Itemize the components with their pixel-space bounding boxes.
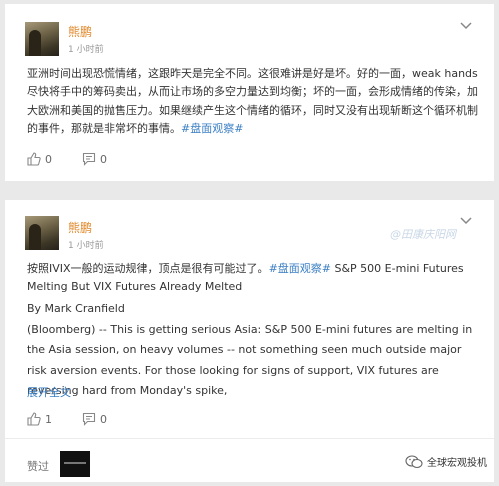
post-article: (Bloomberg) -- This is getting serious A… (27, 323, 473, 397)
post-body: 按照IVIX一般的运动规律，顶点是很有可能过了。 (27, 262, 269, 275)
expand-full-text-link[interactable]: 展开全文 (27, 384, 71, 400)
comment-count: 0 (100, 412, 107, 426)
comment-button[interactable]: 0 (82, 152, 107, 166)
author-name[interactable]: 熊鹏 (68, 23, 92, 40)
post-card: 熊鹏 1 小时前 按照IVIX一般的运动规律，顶点是很有可能过了。#盘面观察# … (5, 200, 494, 482)
post-card: 熊鹏 1 小时前 亚洲时间出现恐慌情绪，这跟昨天是完全不同。这很难讲是好是坏。好… (5, 4, 494, 181)
sponsor-label: 赞过 (27, 460, 49, 473)
post-text: 亚洲时间出现恐慌情绪，这跟昨天是完全不同。这很难讲是好是坏。好的一面，weak … (27, 65, 482, 138)
like-button[interactable]: 1 (27, 412, 52, 426)
divider (5, 438, 494, 439)
wechat-icon (405, 454, 423, 468)
like-button[interactable]: 0 (27, 152, 52, 166)
post-time: 1 小时前 (68, 45, 104, 55)
avatar[interactable] (25, 22, 59, 56)
sponsor-logo[interactable] (60, 451, 90, 477)
chevron-down-icon[interactable] (458, 19, 474, 31)
post-actions: 1 0 (27, 412, 137, 426)
comment-count: 0 (100, 152, 107, 166)
like-count: 1 (45, 412, 52, 426)
comment-button[interactable]: 0 (82, 412, 107, 426)
brand-badge: 全球宏观投机 (405, 454, 487, 469)
watermark: @田康庆阳网 (390, 228, 456, 241)
brand-name: 全球宏观投机 (427, 458, 487, 469)
avatar[interactable] (25, 216, 59, 250)
topic-tag[interactable]: #盘面观察# (269, 262, 331, 275)
post-byline: By Mark Cranfield (27, 302, 125, 315)
post-actions: 0 0 (27, 152, 137, 166)
post-text: 按照IVIX一般的运动规律，顶点是很有可能过了。#盘面观察# S&P 500 E… (27, 260, 482, 297)
author-name[interactable]: 熊鹏 (68, 219, 92, 236)
thumbs-up-icon (27, 412, 41, 426)
post-time: 1 小时前 (68, 241, 104, 251)
topic-tag[interactable]: #盘面观察# (181, 122, 243, 135)
comment-icon (82, 412, 96, 426)
post-body: 亚洲时间出现恐慌情绪，这跟昨天是完全不同。这很难讲是好是坏。好的一面，weak … (27, 67, 478, 135)
comment-icon (82, 152, 96, 166)
like-count: 0 (45, 152, 52, 166)
chevron-down-icon[interactable] (458, 214, 474, 226)
thumbs-up-icon (27, 152, 41, 166)
